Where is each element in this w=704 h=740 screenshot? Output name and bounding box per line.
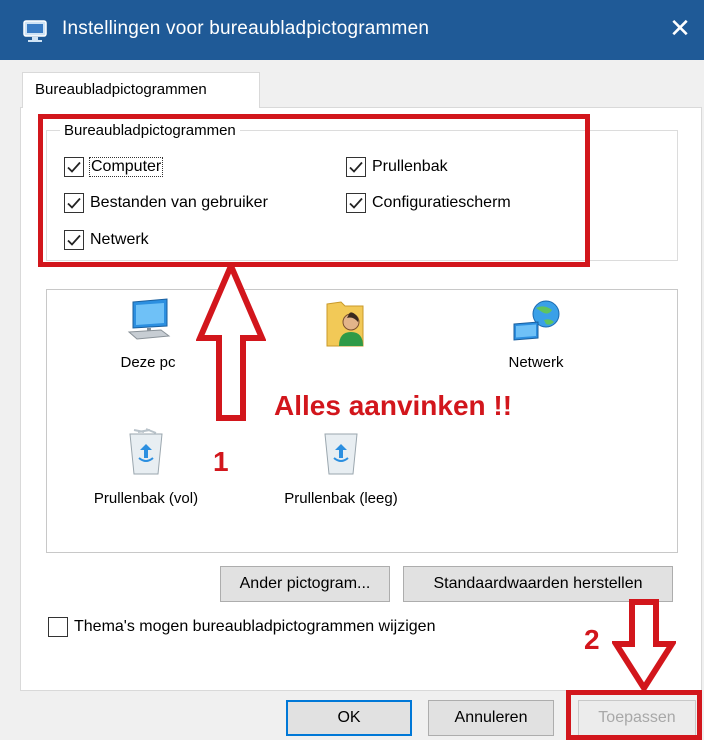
checkbox-theme-change[interactable]: Thema's mogen bureaubladpictogrammen wij… [48,616,435,638]
network-icon [513,300,560,341]
preview-item-recycle-bin-empty[interactable]: Prullenbak (leeg) [266,428,416,507]
close-button[interactable]: ✕ [662,10,698,46]
preview-item-network[interactable]: Netwerk [488,298,584,371]
arrow-up-icon [196,262,266,421]
checkbox-control-panel[interactable]: Configuratiescherm [346,192,511,214]
restore-default-button[interactable]: Standaardwaarden herstellen [403,566,673,602]
checkbox-label: Computer [88,157,164,177]
checkbox-unchecked-icon [48,617,68,637]
icon-label: Prullenbak (vol) [93,490,199,507]
window-title: Instellingen voor bureaubladpictogrammen [62,18,430,39]
icon-label: Prullenbak (leeg) [284,490,398,507]
checkbox-checked-icon [346,157,366,177]
preview-item-user-files[interactable] [316,298,376,350]
checkbox-computer[interactable]: Computer [64,156,164,178]
annotation-text: Alles aanvinken !! [274,390,513,421]
ok-button[interactable]: OK [286,700,412,736]
icon-label: Deze pc [120,354,176,371]
checkbox-recycle-bin[interactable]: Prullenbak [346,156,448,178]
tab-desktop-icons[interactable]: Bureaubladpictogrammen [22,72,260,108]
checkbox-label: Thema's mogen bureaubladpictogrammen wij… [74,618,436,635]
checkbox-label: Configuratiescherm [372,194,511,211]
title-bar: Instellingen voor bureaubladpictogrammen… [0,0,704,60]
checkbox-network[interactable]: Netwerk [64,229,149,251]
annotation-step-2: 2 [584,624,600,655]
checkbox-label: Bestanden van gebruiker [90,194,268,211]
checkbox-checked-icon [64,157,84,177]
checkbox-label: Netwerk [90,231,149,248]
recycle-bin-empty-icon [324,433,358,475]
icon-label: Netwerk [508,354,564,371]
checkbox-checked-icon [64,230,84,250]
group-title: Bureaubladpictogrammen [60,122,240,139]
display-settings-icon [22,18,50,44]
change-icon-button[interactable]: Ander pictogram... [220,566,390,602]
preview-item-this-pc[interactable]: Deze pc [100,298,196,371]
annotation-step-1: 1 [213,446,229,477]
arrow-down-icon [612,599,676,694]
computer-icon [127,298,171,340]
checkbox-checked-icon [64,193,84,213]
recycle-bin-full-icon [129,428,163,475]
checkbox-label: Prullenbak [372,158,448,175]
checkbox-user-files[interactable]: Bestanden van gebruiker [64,192,268,214]
user-folder-icon [326,301,364,347]
preview-item-recycle-bin-full[interactable]: Prullenbak (vol) [76,428,216,507]
apply-button[interactable]: Toepassen [578,700,696,736]
checkbox-checked-icon [346,193,366,213]
cancel-button[interactable]: Annuleren [428,700,554,736]
